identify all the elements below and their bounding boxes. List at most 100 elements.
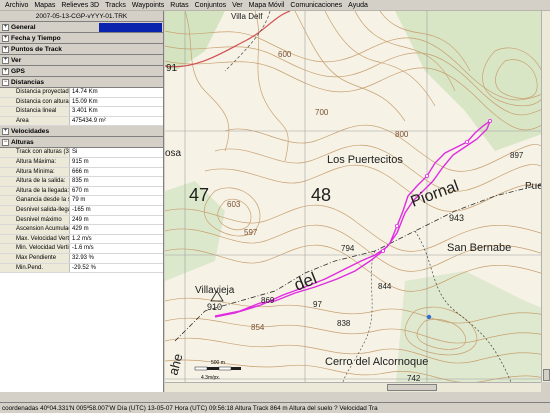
topographic-map[interactable]: 500 m 4.3m/px. Villa Delf 91 600 700 800…	[165, 11, 550, 392]
property-value: 429 m	[70, 225, 163, 234]
property-value: -1.6 m/s	[70, 244, 163, 253]
section-label: Fecha y Tiempo	[11, 34, 61, 42]
elevation-label: 854	[251, 323, 265, 332]
section-ver[interactable]: + Ver	[0, 55, 163, 66]
property-row[interactable]: Ganancia desde la salida79 m	[0, 196, 163, 206]
collapse-icon[interactable]: −	[2, 78, 9, 86]
property-row[interactable]: Distancia con alturas 15.09 Km	[0, 97, 163, 108]
place-label: Cerro del Alcornoque	[325, 356, 428, 368]
section-fecha-tiempo[interactable]: + Fecha y Tiempo	[0, 33, 163, 44]
menu-rutas[interactable]: Rutas	[167, 0, 191, 11]
elevation-label: 597	[244, 228, 258, 237]
property-row[interactable]: Max. Velocidad Vertical1.2 m/s	[0, 234, 163, 245]
scrollbar-thumb[interactable]	[387, 384, 437, 391]
menu-mapa-movil[interactable]: Mapa Móvil	[246, 0, 288, 11]
property-label: Altura Máxima:	[0, 157, 70, 167]
property-row[interactable]: Min. Velocidad Vertical-1.6 m/s	[0, 244, 163, 254]
property-value: 475434.9 m²	[70, 116, 163, 126]
place-label: osa	[165, 148, 182, 159]
expand-icon[interactable]: +	[2, 67, 9, 75]
grid-label: 47	[189, 185, 209, 205]
section-label: GPS	[11, 67, 25, 75]
property-row[interactable]: Altura de la salida: 835 m	[0, 177, 163, 187]
property-row[interactable]: Distancia proyectada 14.74 Km	[0, 88, 163, 98]
property-label: Max Pendiente	[0, 253, 70, 263]
property-value: Si	[70, 148, 163, 157]
scrollbar-thumb[interactable]	[543, 369, 550, 381]
property-value: 1.2 m/s	[70, 234, 163, 244]
property-label: Ascension Acumulada	[0, 225, 70, 234]
elevation-label: 897	[510, 151, 524, 160]
elevation-label: 844	[378, 282, 392, 291]
property-value: 3.401 Km	[70, 107, 163, 116]
section-puntos-track[interactable]: + Puntos de Track	[0, 44, 163, 55]
property-value: 249 m	[70, 215, 163, 225]
elevation-label: 97	[313, 300, 322, 309]
property-value: 14.74 Km	[70, 88, 163, 97]
window-bottom-frame	[0, 392, 550, 402]
map-vertical-scrollbar[interactable]	[541, 11, 550, 382]
scale-label: 500 m	[211, 360, 225, 366]
property-row[interactable]: Altura Mínima: 666 m	[0, 167, 163, 178]
property-row[interactable]: Area 475434.9 m²	[0, 116, 163, 127]
property-label: Altura de la llegada:	[0, 186, 70, 196]
property-row[interactable]: Altura Máxima: 915 m	[0, 157, 163, 168]
grid-label: 91	[166, 63, 178, 74]
property-label: Track con alturas (3D)	[0, 148, 70, 157]
section-velocidades[interactable]: + Velocidades	[0, 126, 163, 138]
section-gps[interactable]: + GPS	[0, 66, 163, 77]
property-value: 835 m	[70, 177, 163, 186]
section-label: Puntos de Track	[11, 45, 62, 53]
property-value: 670 m	[70, 186, 163, 196]
property-row[interactable]: Max Pendiente 32.93 %	[0, 253, 163, 264]
menu-conjuntos[interactable]: Conjuntos	[192, 0, 230, 11]
menu-tracks[interactable]: Tracks	[102, 0, 129, 11]
track-file-title: 2007-05-13-CGP-vYYY-01.TRK	[0, 11, 163, 22]
property-label: Ganancia desde la salida	[0, 196, 70, 205]
elevation-label: 910	[207, 302, 222, 312]
property-value: 79 m	[70, 196, 163, 205]
property-label: Distancia proyectada	[0, 88, 70, 97]
property-value: -29.52 %	[70, 263, 163, 273]
expand-icon[interactable]: +	[2, 45, 9, 53]
menu-ver[interactable]: Ver	[229, 0, 246, 11]
elevation-label: 838	[337, 319, 351, 328]
expand-icon[interactable]: +	[2, 127, 9, 135]
menu-waypoints[interactable]: Waypoints	[129, 0, 167, 11]
property-value: 915 m	[70, 157, 163, 167]
map-horizontal-scrollbar[interactable]	[165, 382, 541, 392]
section-alturas[interactable]: − Alturas	[0, 137, 163, 149]
menu-ayuda[interactable]: Ayuda	[345, 0, 371, 11]
property-row[interactable]: Desnivel máximo 249 m	[0, 215, 163, 226]
menu-comunicaciones[interactable]: Comunicaciones	[287, 0, 345, 11]
expand-icon[interactable]: +	[2, 34, 9, 42]
status-bar: coordenadas 40º04.331'N 005º58.007'W Día…	[0, 402, 550, 413]
expand-icon[interactable]: +	[2, 23, 9, 31]
section-general[interactable]: + General	[0, 22, 163, 33]
map-view[interactable]: 500 m 4.3m/px. Villa Delf 91 600 700 800…	[165, 11, 550, 392]
property-value: -165 m	[70, 205, 163, 215]
selected-value-field[interactable]	[99, 23, 162, 32]
menu-mapas[interactable]: Mapas	[31, 0, 58, 11]
property-label: Desnivel salida-llegada	[0, 205, 70, 215]
section-label: Ver	[11, 56, 22, 64]
property-row[interactable]: Desnivel salida-llegada-165 m	[0, 205, 163, 216]
property-row[interactable]: Ascension Acumulada 429 m	[0, 225, 163, 235]
collapse-icon[interactable]: −	[2, 138, 9, 146]
scale-resolution: 4.3m/px.	[201, 375, 220, 381]
property-row[interactable]: Track con alturas (3D) Si	[0, 148, 163, 158]
elevation-label: 943	[449, 213, 464, 223]
property-label: Min.Pend.	[0, 263, 70, 273]
property-row[interactable]: Altura de la llegada: 670 m	[0, 186, 163, 197]
property-label: Altura Mínima:	[0, 167, 70, 177]
water-point-icon	[426, 314, 432, 320]
elevation-label: 794	[341, 244, 355, 253]
property-row[interactable]: Min.Pend. -29.52 %	[0, 263, 163, 274]
menu-archivo[interactable]: Archivo	[2, 0, 31, 11]
place-label: San Bernabe	[447, 242, 511, 254]
menu-relieves-3d[interactable]: Relieves 3D	[58, 0, 102, 11]
section-label: Velocidades	[11, 127, 50, 135]
section-distancias[interactable]: − Distancias	[0, 77, 163, 88]
expand-icon[interactable]: +	[2, 56, 9, 64]
property-row[interactable]: Distancia lineal 3.401 Km	[0, 107, 163, 117]
